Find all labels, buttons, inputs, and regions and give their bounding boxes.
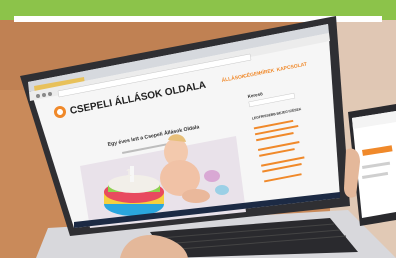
browser-back-icon[interactable]	[36, 94, 40, 98]
browser-reload-icon[interactable]	[48, 92, 52, 96]
photo: CSEPELI ÁLLÁSOK OLDALA ÁLLÁSOK CÉGEK HÍR…	[0, 0, 396, 258]
browser-forward-icon[interactable]	[42, 93, 46, 97]
candle-number: 1	[126, 168, 132, 179]
